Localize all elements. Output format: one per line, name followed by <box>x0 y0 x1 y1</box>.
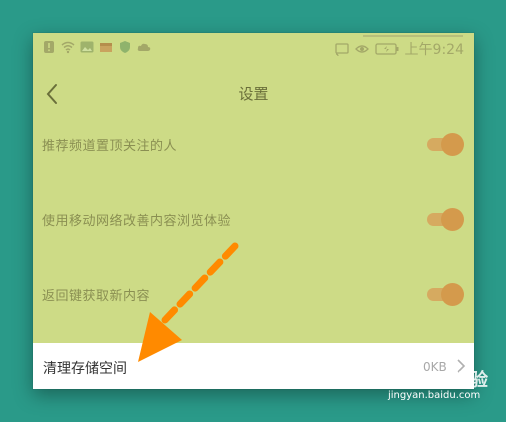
status-bar: 上午9:24 <box>33 33 474 65</box>
page-title: 设置 <box>238 85 269 103</box>
wifi-icon <box>61 40 75 54</box>
toggle-knob <box>441 283 464 306</box>
toggle-knob <box>441 133 464 156</box>
status-time: 上午9:24 <box>404 42 464 58</box>
status-icons-left <box>42 40 151 54</box>
image-icon <box>80 40 94 54</box>
setting-label: 使用移动网络改善内容浏览体验 <box>42 214 232 229</box>
toggle-mobile-network[interactable] <box>427 208 465 231</box>
toggle-back-refresh[interactable] <box>427 283 465 306</box>
cloud-icon <box>137 40 151 54</box>
baidu-watermark: Baidu 经验 jingyan.baidu.com <box>388 362 498 404</box>
title-bar: 设置 <box>33 73 474 117</box>
status-icons-right: 上午9:24 <box>334 39 464 59</box>
battery-icon <box>374 42 399 56</box>
setting-row-back-refresh[interactable]: 返回键获取新内容 <box>33 275 474 315</box>
clear-storage-label: 清理存储空间 <box>43 361 127 377</box>
eye-icon <box>354 42 369 56</box>
setting-label: 返回键获取新内容 <box>42 289 151 304</box>
package-icon <box>99 40 113 54</box>
watermark-url: jingyan.baidu.com <box>388 390 481 401</box>
toggle-pin-followed[interactable] <box>427 133 465 156</box>
alert-icon <box>42 40 56 54</box>
watermark-brand: Baidu 经验 <box>388 370 489 391</box>
toggle-knob <box>441 208 464 231</box>
setting-row-pin-followed[interactable]: 推荐频道置顶关注的人 <box>33 125 474 165</box>
cast-icon <box>334 42 349 56</box>
setting-row-mobile-network[interactable]: 使用移动网络改善内容浏览体验 <box>33 200 474 240</box>
status-divider <box>363 35 463 37</box>
setting-label: 推荐频道置顶关注的人 <box>42 139 178 154</box>
screenshot-frame: 上午9:24 设置 推荐频道置顶关注的人 使用移动网络改善内容浏览体验 返回键获… <box>0 0 506 422</box>
phone-screen: 上午9:24 设置 推荐频道置顶关注的人 使用移动网络改善内容浏览体验 返回键获… <box>33 33 474 389</box>
shield-icon <box>118 40 132 54</box>
